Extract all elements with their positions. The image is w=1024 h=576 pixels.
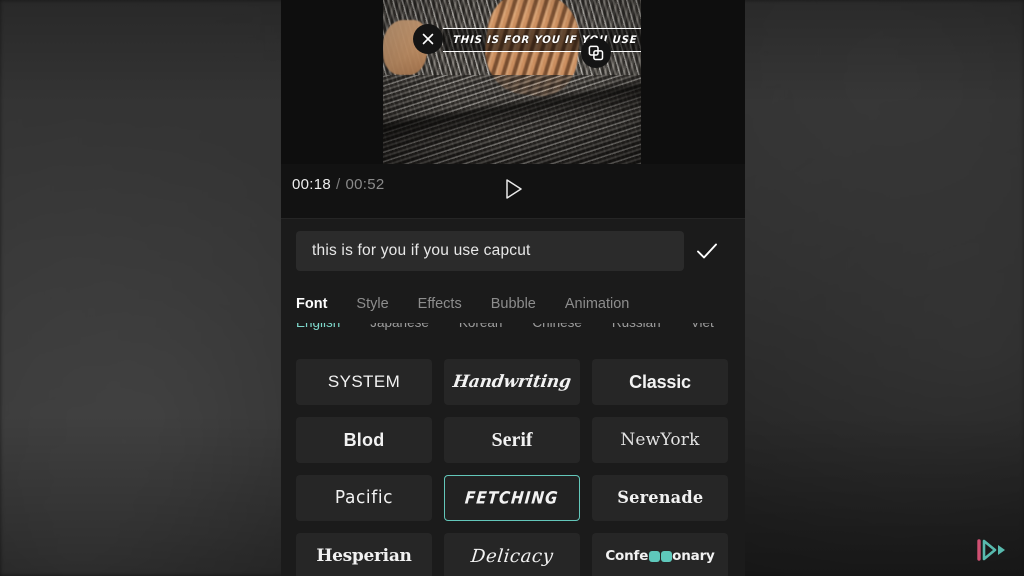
check-icon: [697, 243, 717, 259]
font-tile-label: Serif: [491, 428, 533, 451]
text-input[interactable]: this is for you if you use capcut: [296, 231, 684, 271]
tab-font[interactable]: Font: [296, 296, 327, 312]
font-tile-label: Hesperian: [316, 546, 412, 566]
font-tile-label: NewYork: [620, 430, 700, 450]
text-overlay-box[interactable]: THIS IS FOR YOU IF YOU USE CAPCUT: [443, 28, 641, 52]
time-display: 00:18/00:52: [292, 176, 385, 193]
channel-watermark: [972, 536, 1010, 564]
font-tile-label: Delicacy: [469, 545, 555, 567]
play-button[interactable]: [500, 176, 528, 202]
text-input-value: this is for you if you use capcut: [312, 242, 531, 259]
language-english[interactable]: English: [296, 323, 340, 330]
font-label-decoration-dot: [648, 550, 660, 562]
duplicate-text-button[interactable]: [581, 38, 611, 68]
tab-bubble[interactable]: Bubble: [491, 296, 536, 312]
language-korean[interactable]: Korean: [459, 323, 503, 330]
font-tile-handwriting[interactable]: Handwriting: [444, 359, 580, 405]
language-filter-row: English Japanese Korean Chinese Russian Viet: [296, 323, 745, 330]
tab-label: Animation: [564, 296, 630, 312]
font-tile-label: Confe onary: [605, 548, 714, 564]
duplicate-icon: [588, 45, 604, 61]
font-tile-system[interactable]: SYSTEM: [296, 359, 432, 405]
tab-label: Style: [356, 296, 389, 312]
font-tile-fetching[interactable]: FETCHING: [444, 475, 580, 521]
editor-tabs: Font Style Effects Bubble Animation: [296, 291, 730, 317]
font-label-suffix: onary: [672, 548, 715, 564]
current-time: 00:18: [292, 176, 332, 193]
language-japanese[interactable]: Japanese: [370, 323, 429, 330]
font-tile-blod[interactable]: Blod: [296, 417, 432, 463]
delete-text-button[interactable]: [413, 24, 443, 54]
video-preview-area: THIS IS FOR YOU IF YOU USE CAPCUT: [281, 0, 745, 164]
media-logo-icon: [977, 539, 1005, 561]
tab-style[interactable]: Style: [356, 296, 388, 312]
tab-label: Bubble: [490, 296, 536, 312]
font-tile-newyork[interactable]: NewYork: [592, 417, 728, 463]
font-tile-label: FETCHING: [464, 487, 560, 509]
font-tile-label: Pacific: [334, 487, 394, 509]
language-russian[interactable]: Russian: [612, 323, 661, 330]
tab-effects[interactable]: Effects: [418, 296, 462, 312]
font-label-decoration-dot: [660, 550, 672, 562]
font-tile-classic[interactable]: Classic: [592, 359, 728, 405]
text-editor-panel: this is for you if you use capcut Font St…: [281, 218, 745, 576]
font-label-prefix: Confe: [605, 548, 649, 564]
font-tile-delicacy[interactable]: Delicacy: [444, 533, 580, 576]
font-grid: SYSTEM Handwriting Classic Blod Serif NewYork…: [296, 359, 739, 576]
font-tile-label: SYSTEM: [327, 372, 401, 391]
font-scroll-area[interactable]: EnglishJapaneseKoreanChineseRussianViet …: [281, 323, 745, 576]
confirm-button[interactable]: [684, 231, 730, 271]
tab-label: Font: [296, 296, 328, 312]
font-tile-label: Serenade: [616, 488, 704, 508]
font-tile-pacific[interactable]: Pacific: [296, 475, 432, 521]
text-input-row: this is for you if you use capcut: [296, 231, 730, 271]
app-window: THIS IS FOR YOU IF YOU USE CAPCUT: [281, 0, 745, 576]
font-tile-hesperian[interactable]: Hesperian: [296, 533, 432, 576]
screen: THIS IS FOR YOU IF YOU USE CAPCUT: [0, 0, 1024, 576]
font-tile-label: Classic: [629, 371, 691, 392]
font-tile-label: Handwriting: [451, 372, 573, 392]
font-tile-serenade[interactable]: Serenade: [592, 475, 728, 521]
time-separator: /: [336, 176, 341, 193]
total-time: 00:52: [345, 176, 385, 193]
close-icon: [422, 33, 434, 45]
font-tile-label: Blod: [343, 429, 385, 450]
text-overlay-label: THIS IS FOR YOU IF YOU USE CAPCUT: [452, 34, 641, 46]
playback-bar: 00:18/00:52: [281, 164, 745, 218]
font-tile-serif[interactable]: Serif: [444, 417, 580, 463]
play-icon: [506, 179, 522, 199]
font-tile-confectionary[interactable]: Confe onary: [592, 533, 728, 576]
video-canvas[interactable]: THIS IS FOR YOU IF YOU USE CAPCUT: [383, 0, 641, 164]
tab-animation[interactable]: Animation: [565, 296, 629, 312]
language-chinese[interactable]: Chinese: [532, 323, 582, 330]
tab-label: Effects: [417, 296, 462, 312]
language-viet[interactable]: Viet: [691, 323, 714, 330]
